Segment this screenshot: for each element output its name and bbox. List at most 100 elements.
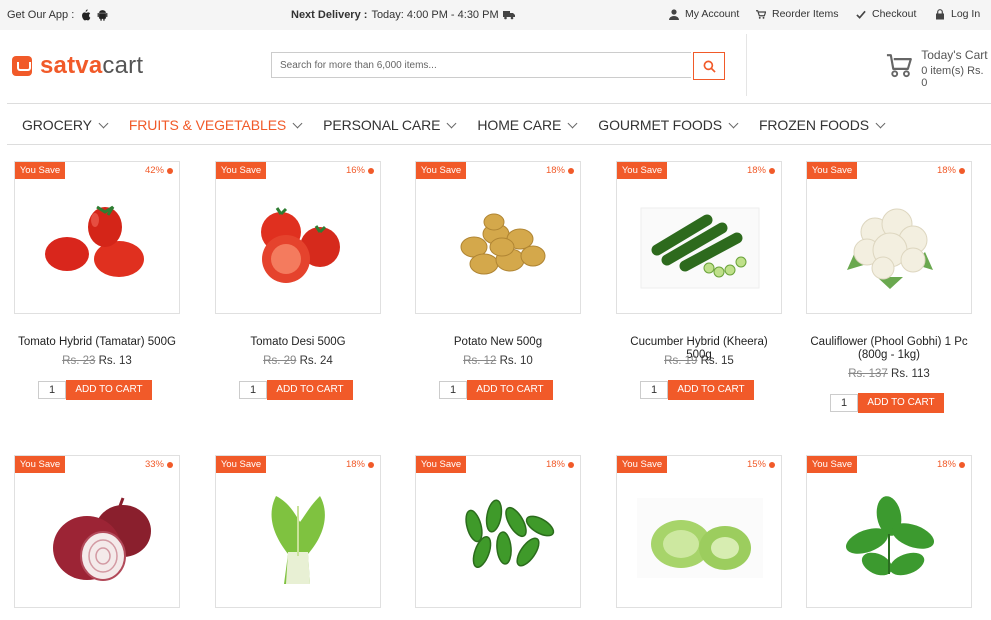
product-name[interactable]: Tomato Hybrid (Tamatar) 500G — [14, 336, 180, 349]
nav-frozen-foods[interactable]: FROZEN FOODS — [759, 117, 886, 133]
nav-gourmet-foods[interactable]: GOURMET FOODS — [598, 117, 739, 133]
product-image-box[interactable]: You Save 42% — [14, 161, 180, 314]
search-input[interactable] — [271, 52, 691, 78]
you-save-badge: You Save — [216, 456, 266, 473]
nav-fruits-vegetables[interactable]: FRUITS & VEGETABLES — [128, 117, 303, 133]
potato-image — [460, 213, 546, 275]
new-price: Rs. 13 — [98, 355, 132, 367]
add-to-cart-button[interactable]: ADD TO CART — [66, 380, 152, 400]
quantity-input[interactable]: 1 — [38, 381, 66, 399]
discount-percent: 18% — [546, 165, 574, 176]
discount-percent: 18% — [346, 459, 374, 470]
product-image-box[interactable]: You Save 18% — [415, 161, 581, 314]
discount-value: 18% — [345, 459, 365, 470]
discount-dot-icon — [167, 167, 173, 174]
discount-percent: 18% — [937, 459, 965, 470]
discount-dot-icon — [769, 461, 775, 468]
nav-fruits-vegetables-label: FRUITS & VEGETABLES — [128, 117, 287, 133]
discount-value: 33% — [144, 459, 164, 470]
you-save-badge: You Save — [807, 162, 857, 179]
add-to-cart-button[interactable]: ADD TO CART — [858, 393, 944, 413]
add-to-cart-button[interactable]: ADD TO CART — [467, 380, 553, 400]
onion-image — [53, 497, 151, 581]
product-image-box[interactable]: You Save 15% — [616, 455, 782, 608]
header-divider — [746, 34, 747, 96]
product-price: Rs. 137 Rs. 113 — [806, 368, 972, 380]
discount-dot-icon — [368, 461, 374, 468]
cart-title: Today's Cart — [921, 48, 988, 62]
discount-dot-icon — [368, 167, 374, 174]
nav-bottom-divider — [7, 144, 991, 145]
discount-dot-icon — [568, 167, 574, 174]
new-price: Rs. 113 — [891, 368, 930, 380]
product-image-box[interactable]: You Save 18% — [215, 455, 381, 608]
check-icon — [856, 10, 866, 19]
product-image-box[interactable]: You Save 18% — [616, 161, 782, 314]
search-icon — [703, 60, 716, 73]
login-link[interactable]: Log In — [935, 8, 980, 20]
discount-dot-icon — [568, 461, 574, 468]
discount-value: 16% — [345, 165, 365, 176]
you-save-badge: You Save — [807, 456, 857, 473]
you-save-badge: You Save — [216, 162, 266, 179]
reorder-items-label: Reorder Items — [772, 8, 839, 20]
checkout-link[interactable]: Checkout — [856, 8, 916, 20]
cauliflower-image — [847, 208, 933, 289]
product-image-box[interactable]: You Save 18% — [415, 455, 581, 608]
nav-gourmet-foods-label: GOURMET FOODS — [598, 117, 722, 133]
old-price: Rs. 12 — [463, 355, 497, 367]
product-name[interactable]: Cauliflower (Phool Gobhi) 1 Pc (800g - 1… — [806, 336, 972, 362]
old-price: Rs. 29 — [263, 355, 297, 367]
old-price: Rs. 19 — [664, 355, 698, 367]
discount-value: 18% — [746, 165, 766, 176]
cart-icon — [756, 9, 766, 19]
product-image-box[interactable]: You Save 18% — [806, 455, 972, 608]
logo-text-cart: cart — [102, 52, 144, 79]
nav-home-care[interactable]: HOME CARE — [477, 117, 578, 133]
product-image-box[interactable]: You Save 18% — [806, 161, 972, 314]
discount-value: 42% — [144, 165, 164, 176]
product-name[interactable]: Potato New 500g — [415, 336, 581, 349]
product-price: Rs. 19 Rs. 15 — [616, 355, 782, 367]
product-image-box[interactable]: You Save 16% — [215, 161, 381, 314]
new-price: Rs. 10 — [499, 355, 533, 367]
checkout-label: Checkout — [872, 8, 917, 20]
discount-percent: 18% — [937, 165, 965, 176]
quantity-input[interactable]: 1 — [640, 381, 668, 399]
discount-percent: 16% — [346, 165, 374, 176]
site-logo[interactable]: satva cart — [12, 52, 143, 80]
discount-value: 18% — [936, 459, 956, 470]
nav-personal-care[interactable]: PERSONAL CARE — [323, 117, 457, 133]
tomato-desi-image — [261, 207, 340, 283]
chevron-down-icon — [875, 118, 886, 128]
discount-percent: 15% — [747, 459, 775, 470]
category-nav: GROCERY FRUITS & VEGETABLES PERSONAL CAR… — [22, 117, 906, 133]
product-price: Rs. 12 Rs. 10 — [415, 355, 581, 367]
nav-top-divider — [7, 103, 991, 104]
nav-grocery[interactable]: GROCERY — [22, 117, 109, 133]
product-name[interactable]: Tomato Desi 500G — [215, 336, 381, 349]
chevron-down-icon — [728, 118, 739, 128]
quantity-input[interactable]: 1 — [439, 381, 467, 399]
discount-value: 18% — [936, 165, 956, 176]
search-button[interactable] — [693, 52, 725, 80]
new-price: Rs. 15 — [700, 355, 734, 367]
trolley-icon — [886, 54, 912, 78]
quantity-input[interactable]: 1 — [830, 394, 858, 412]
product-image-box[interactable]: You Save 33% — [14, 455, 180, 608]
discount-dot-icon — [959, 461, 965, 468]
chevron-down-icon — [567, 118, 578, 128]
discount-percent: 18% — [546, 459, 574, 470]
logo-icon — [12, 56, 32, 76]
discount-dot-icon — [167, 461, 173, 468]
old-price: Rs. 137 — [848, 368, 888, 380]
quantity-input[interactable]: 1 — [239, 381, 267, 399]
my-account-link[interactable]: My Account — [669, 8, 739, 20]
cart-summary: 0 item(s) Rs. 0 — [921, 65, 984, 89]
tomato-image — [45, 205, 144, 277]
todays-cart[interactable]: Today's Cart 0 item(s) Rs. 0 — [884, 48, 991, 89]
discount-value: 18% — [545, 165, 565, 176]
reorder-items-link[interactable]: Reorder Items — [756, 8, 839, 20]
add-to-cart-button[interactable]: ADD TO CART — [668, 380, 754, 400]
add-to-cart-button[interactable]: ADD TO CART — [267, 380, 353, 400]
